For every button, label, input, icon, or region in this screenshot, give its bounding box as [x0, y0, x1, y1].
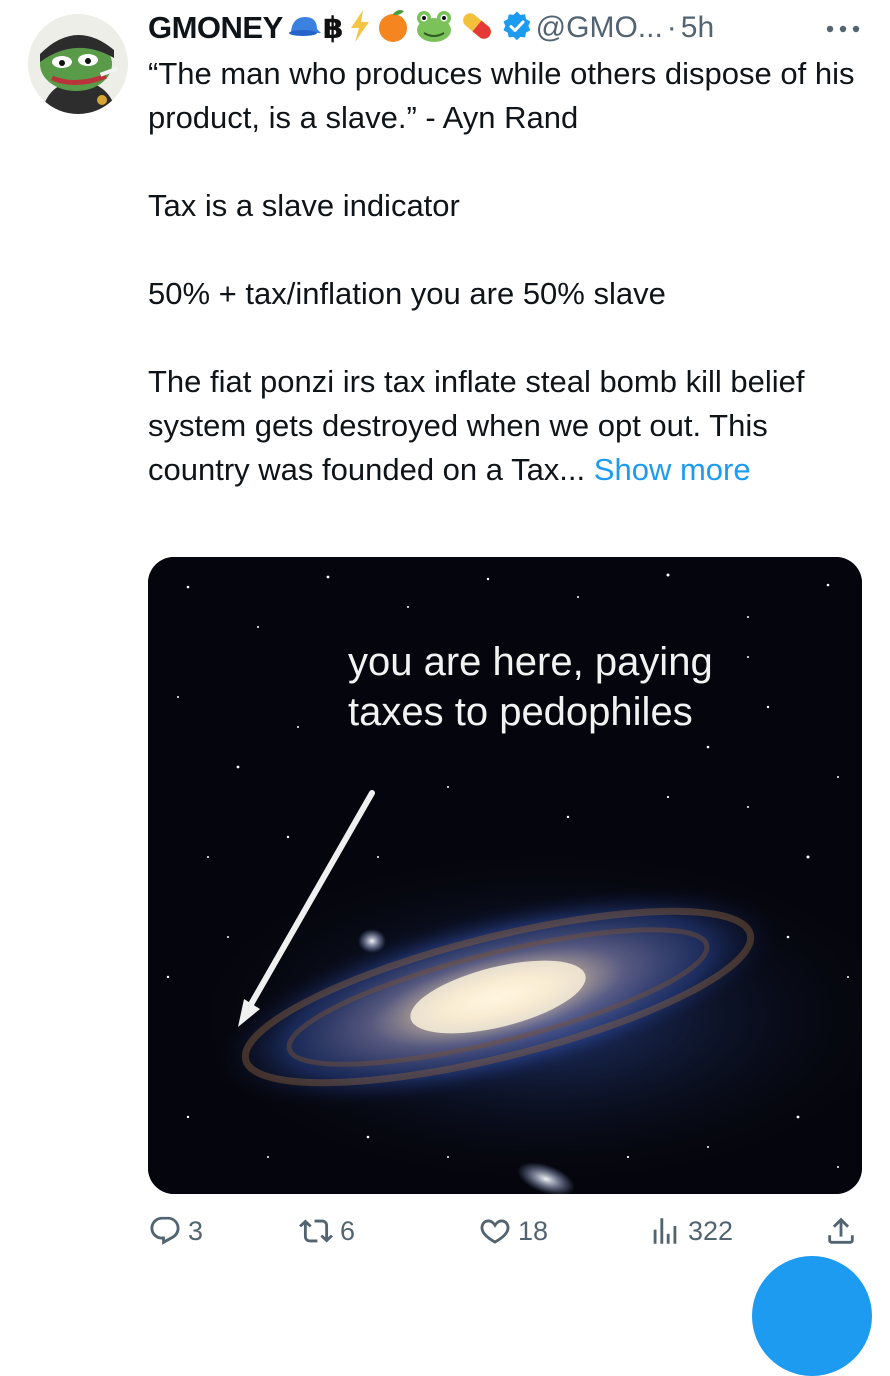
tweet-paragraph: 50% + tax/inflation you are 50% slave [148, 276, 666, 311]
lightning-emoji [348, 8, 372, 49]
reply-icon [150, 1216, 180, 1245]
compose-button[interactable] [752, 1256, 872, 1376]
tweet-paragraph: Tax is a slave indicator [148, 188, 460, 223]
tweet-header: GMONEY ฿ @GMO... · 5h [148, 8, 714, 48]
bitcoin-icon: ฿ [322, 11, 344, 45]
share-button[interactable] [824, 1206, 858, 1256]
tweet-media-image[interactable]: you are here, paying taxes to pedophiles [148, 557, 862, 1194]
more-options-button[interactable] [822, 14, 864, 44]
media-caption: you are here, paying taxes to pedophiles [348, 637, 713, 737]
avatar[interactable] [28, 14, 128, 114]
repost-icon [299, 1219, 333, 1243]
pepe-avatar-icon [28, 14, 128, 114]
tweet-timestamp[interactable]: 5h [681, 11, 714, 45]
views-count: 322 [688, 1215, 734, 1246]
like-button[interactable]: 18 [478, 1206, 548, 1256]
show-more-link[interactable]: Show more [594, 452, 751, 487]
verified-badge-icon [502, 10, 532, 46]
media-caption-line: taxes to pedophiles [348, 690, 693, 734]
pill-emoji [458, 8, 496, 49]
tweet-paragraph: “The man who produces while others dispo… [148, 56, 855, 135]
media-caption-line: you are here, paying [348, 640, 713, 684]
tweet-paragraph-last: The fiat ponzi irs tax inflate steal bom… [148, 360, 868, 492]
header-separator: · [666, 11, 677, 44]
like-count: 18 [518, 1215, 549, 1246]
views-button[interactable]: 322 [648, 1206, 733, 1256]
analytics-icon [653, 1218, 677, 1244]
reply-count: 3 [188, 1215, 204, 1246]
tweet-body: “The man who produces while others dispo… [148, 52, 868, 492]
orange-emoji [376, 8, 410, 49]
author-handle[interactable]: @GMO... [536, 11, 663, 45]
blue-cap-emoji [287, 13, 321, 44]
author-name[interactable]: GMONEY [148, 10, 283, 46]
repost-button[interactable]: 6 [298, 1206, 355, 1256]
repost-count: 6 [340, 1215, 356, 1246]
reply-button[interactable]: 3 [148, 1206, 203, 1256]
heart-icon [480, 1219, 510, 1244]
more-dots-icon [826, 25, 860, 33]
tweet-action-bar: 3 6 18 322 [148, 1206, 862, 1256]
frog-emoji [414, 8, 454, 49]
share-icon [828, 1217, 854, 1244]
